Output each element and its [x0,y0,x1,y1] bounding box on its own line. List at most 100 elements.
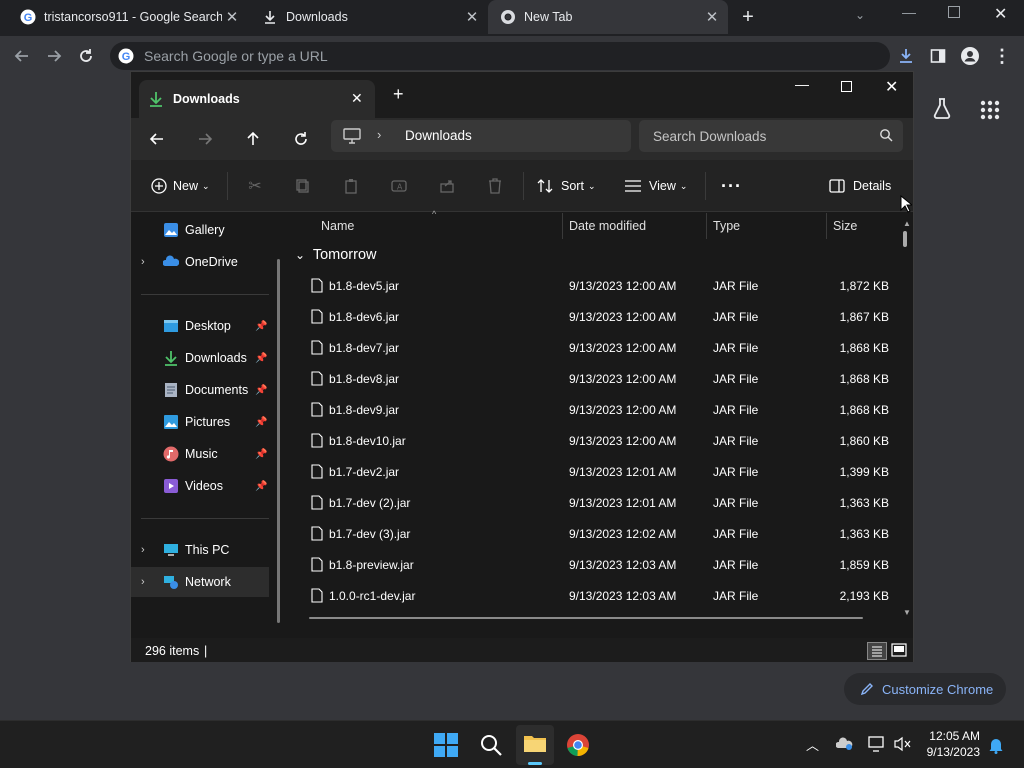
clock-time[interactable]: 12:05 AM [918,729,980,743]
tab-search-icon[interactable]: ⌄ [855,8,865,22]
profile-icon[interactable] [958,44,982,68]
breadcrumb-location[interactable]: Downloads [405,128,472,143]
forward-icon[interactable] [42,44,66,68]
close-tab-icon[interactable]: ✕ [222,7,242,27]
table-row[interactable]: b1.8-preview.jar 9/13/2023 12:03 AM JAR … [289,551,889,582]
sidebar-item-network[interactable]: › Network [131,567,269,597]
pin-icon[interactable]: 📌 [255,449,267,460]
close-tab-icon[interactable]: ✕ [702,7,722,27]
new-tab-button[interactable]: + [736,6,760,30]
close-tab-icon[interactable]: ✕ [351,90,363,107]
close-window-icon[interactable]: ✕ [994,4,1007,24]
search-icon[interactable] [479,733,503,757]
divider[interactable] [562,213,563,239]
pin-icon[interactable]: 📌 [255,321,267,332]
address-bar[interactable]: › Downloads [331,120,631,152]
labs-flask-icon[interactable] [930,96,954,120]
back-icon[interactable] [149,131,165,147]
apps-grid-icon[interactable] [980,100,1000,120]
pin-icon[interactable]: 📌 [255,417,267,428]
browser-tab-downloads[interactable]: Downloads ✕ [250,0,488,34]
onedrive-status-icon[interactable] [836,737,854,751]
column-header-name[interactable]: Name [321,219,354,233]
table-row[interactable]: b1.8-dev7.jar 9/13/2023 12:00 AM JAR Fil… [289,334,889,365]
column-header-date-modified[interactable]: Date modified [569,219,646,233]
table-row[interactable]: b1.7-dev (3).jar 9/13/2023 12:02 AM JAR … [289,520,889,551]
sidebar-item-videos[interactable]: Videos 📌 [131,471,269,501]
table-row[interactable]: b1.7-dev (2).jar 9/13/2023 12:01 AM JAR … [289,489,889,520]
restore-icon[interactable] [948,6,960,18]
table-row[interactable]: b1.8-dev10.jar 9/13/2023 12:00 AM JAR Fi… [289,427,889,458]
more-options-icon[interactable]: ··· [721,174,742,198]
sidebar-scrollbar[interactable] [277,259,280,623]
start-windows-icon[interactable] [434,733,458,757]
clock-date[interactable]: 9/13/2023 [918,745,980,759]
column-header-size[interactable]: Size [833,219,857,233]
pin-icon[interactable]: 📌 [255,353,267,364]
search-box[interactable]: Search Downloads [639,120,903,152]
scroll-down-icon[interactable]: ▼ [903,608,911,617]
table-row[interactable]: b1.8-dev5.jar 9/13/2023 12:00 AM JAR Fil… [289,272,889,303]
group-header[interactable]: ⌄ Tomorrow [295,247,495,269]
table-row[interactable]: b1.8-dev9.jar 9/13/2023 12:00 AM JAR Fil… [289,396,889,427]
sidebar-item-pictures[interactable]: Pictures 📌 [131,407,269,437]
delete-icon[interactable] [485,176,505,196]
details-view-icon[interactable] [867,642,887,660]
sidebar-item-documents[interactable]: Documents 📌 [131,375,269,405]
chevron-up-icon[interactable]: ︿ [806,735,819,754]
details-button[interactable]: Details [829,174,891,198]
taskbar-file-explorer[interactable] [516,725,554,765]
pin-icon[interactable]: 📌 [255,481,267,492]
table-row[interactable]: b1.8-dev6.jar 9/13/2023 12:00 AM JAR Fil… [289,303,889,334]
reload-icon[interactable] [74,44,98,68]
back-icon[interactable] [10,44,34,68]
forward-icon[interactable] [197,131,213,147]
share-icon[interactable] [437,176,457,196]
divider[interactable] [706,213,707,239]
sidebar-item-desktop[interactable]: Desktop 📌 [131,311,269,341]
taskbar-chrome-icon[interactable] [566,733,590,757]
view-button[interactable]: View ⌄ [625,174,687,198]
rename-icon[interactable]: A [389,176,409,196]
explorer-tab-downloads[interactable]: Downloads ✕ [139,80,375,118]
new-button[interactable]: New ⌄ [151,174,210,198]
minimize-icon[interactable]: — [795,76,809,92]
sort-button[interactable]: Sort ⌄ [537,174,595,198]
sidebar-item-onedrive[interactable]: › OneDrive [131,247,269,277]
omnibox[interactable]: G Search Google or type a URL [110,42,890,70]
browser-tab-new-tab[interactable]: New Tab ✕ [488,0,728,34]
paste-icon[interactable] [341,176,361,196]
volume-muted-icon[interactable] [894,736,912,752]
new-tab-button[interactable]: + [393,84,404,105]
maximize-icon[interactable] [841,81,852,92]
downloads-icon[interactable] [894,44,918,68]
close-tab-icon[interactable]: ✕ [462,7,482,27]
notification-bell-icon[interactable] [988,736,1004,754]
table-row[interactable]: 1.0.0-rc1-dev.jar 9/13/2023 12:03 AM JAR… [289,582,889,613]
copy-icon[interactable] [293,176,313,196]
sidebar-item-gallery[interactable]: Gallery [131,215,269,245]
sidebar-item-this-pc[interactable]: › This PC [131,535,269,565]
chrome-menu-icon[interactable]: ⋮ [990,44,1014,68]
network-status-icon[interactable] [868,736,886,752]
divider[interactable] [826,213,827,239]
close-window-icon[interactable]: ✕ [885,77,898,97]
pin-icon[interactable]: 📌 [255,385,267,396]
vertical-scrollbar-thumb[interactable] [903,231,907,247]
cut-icon[interactable]: ✂ [245,176,265,196]
up-icon[interactable] [245,131,261,147]
horizontal-scrollbar[interactable] [309,617,863,619]
scroll-up-icon[interactable]: ▲ [903,219,911,228]
refresh-icon[interactable] [293,131,309,147]
table-row[interactable]: b1.7-dev2.jar 9/13/2023 12:01 AM JAR Fil… [289,458,889,489]
sidebar-item-music[interactable]: Music 📌 [131,439,269,469]
customize-chrome-button[interactable]: Customize Chrome [844,673,1006,705]
column-header-type[interactable]: Type [713,219,740,233]
tiles-view-icon[interactable] [891,643,907,657]
this-pc-icon [343,128,361,144]
minimize-icon[interactable]: — [902,4,916,20]
browser-tab-google-search[interactable]: G tristancorso911 - Google Search ✕ [8,0,248,34]
sidebar-item-downloads[interactable]: Downloads 📌 [131,343,269,373]
table-row[interactable]: b1.8-dev8.jar 9/13/2023 12:00 AM JAR Fil… [289,365,889,396]
side-panel-icon[interactable] [926,44,950,68]
